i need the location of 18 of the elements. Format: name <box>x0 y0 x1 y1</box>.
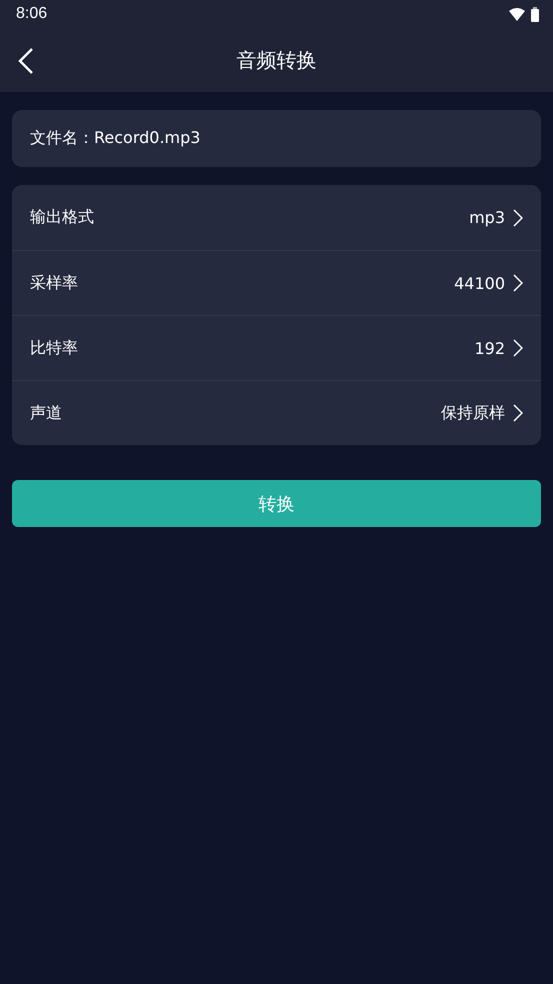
back-icon[interactable] <box>18 48 34 74</box>
setting-value[interactable]: 保持原样 <box>441 402 505 424</box>
setting-label: 比特率 <box>30 338 78 358</box>
chevron-icon[interactable] <box>513 274 523 292</box>
setting-label: 声道 <box>30 402 62 424</box>
battery-icon <box>531 6 539 22</box>
setting-value[interactable]: mp3 <box>469 208 505 227</box>
file-name: 文件名：Record0.mp3 <box>30 128 200 149</box>
setting-value[interactable]: 44100 <box>454 274 505 292</box>
chevron-icon[interactable] <box>513 339 523 357</box>
chevron-icon[interactable] <box>513 208 523 226</box>
chevron-icon[interactable] <box>513 404 523 422</box>
setting-label: 输出格式 <box>30 207 94 228</box>
status-time: 8:06 <box>16 5 48 23</box>
setting-label: 采样率 <box>30 272 78 294</box>
setting-value[interactable]: 192 <box>474 338 505 358</box>
wifi-icon <box>509 8 525 20</box>
page-title: 音频转换 <box>236 46 316 74</box>
